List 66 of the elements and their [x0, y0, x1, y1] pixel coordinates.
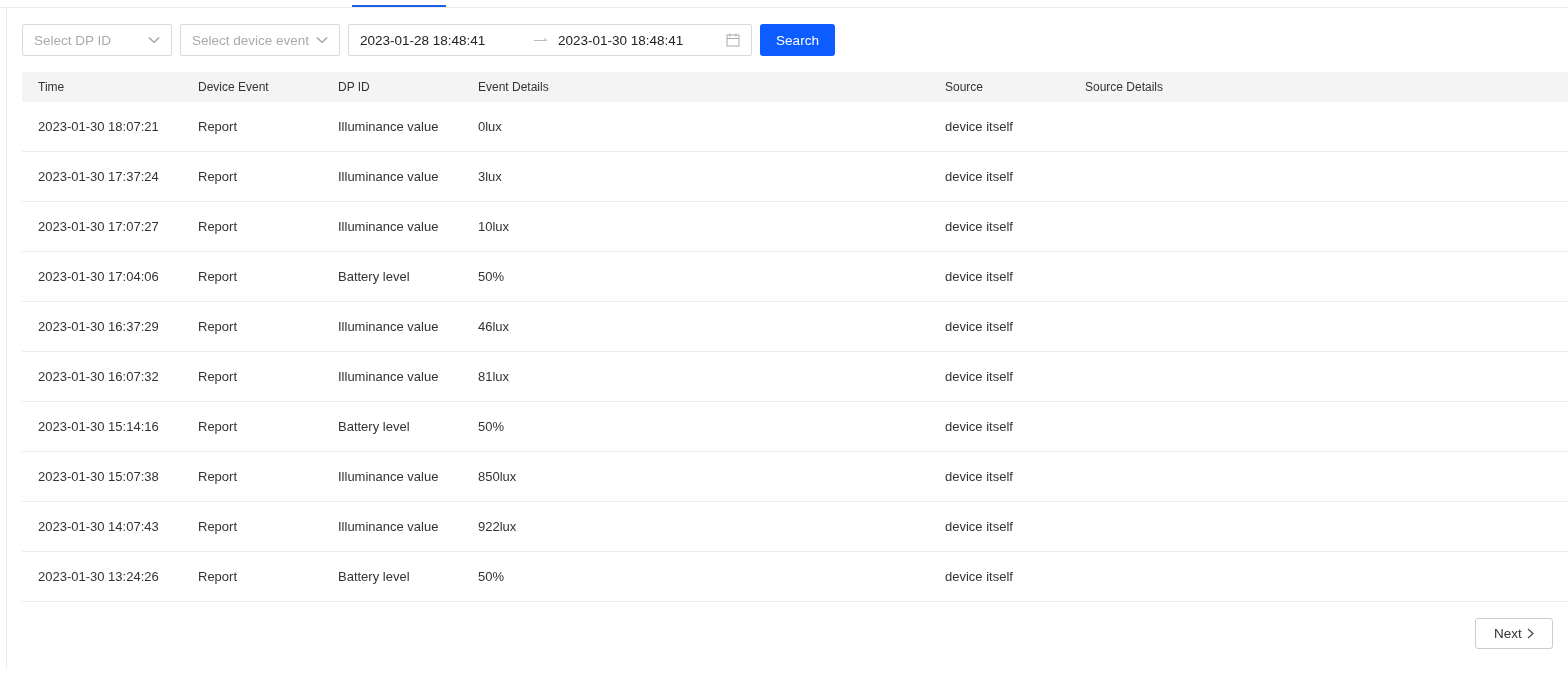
table-cell-text: Illuminance value [337, 169, 440, 184]
table-cell-text: 2023-01-30 17:04:06 [37, 269, 160, 284]
table-cell-text: 10lux [477, 219, 511, 234]
column-header: DP ID [337, 80, 371, 94]
table-cell-text: Report [197, 169, 239, 184]
chevron-down-icon [148, 36, 160, 44]
table-cell-text: 2023-01-30 13:24:26 [37, 569, 160, 584]
table-cell-text: Battery level [337, 419, 411, 434]
table-cell-text: Report [197, 369, 239, 384]
table-cell-text: 2023-01-30 17:07:27 [37, 219, 160, 234]
table-cell-text: 81lux [477, 369, 511, 384]
table-cell-text: Battery level [337, 569, 411, 584]
table-cell-text: 2023-01-30 18:07:21 [37, 119, 160, 134]
search-button[interactable]: Search [760, 24, 835, 56]
table-cell-text: device itself [944, 519, 1014, 534]
calendar-icon [726, 33, 740, 47]
table-cell-text: 2023-01-30 16:07:32 [37, 369, 160, 384]
table-cell-text: Report [197, 469, 239, 484]
table-cell-text: 850lux [477, 469, 518, 484]
table-cell-text: 2023-01-30 15:07:38 [37, 469, 160, 484]
date-range-picker[interactable]: 2023-01-28 18:48:41 2023-01-30 18:48:41 [348, 24, 752, 56]
table-cell-text: Illuminance value [337, 319, 440, 334]
table-cell-text: Illuminance value [337, 219, 440, 234]
arrow-right-icon [534, 37, 548, 43]
table-cell-text: Report [197, 119, 239, 134]
table-cell-text: Battery level [337, 269, 411, 284]
table-cell-text: 50% [477, 269, 506, 284]
table-cell-text: 2023-01-30 16:37:29 [37, 319, 160, 334]
table-cell-text: device itself [944, 219, 1014, 234]
table-cell-text: Report [197, 519, 239, 534]
table-cell-text: 50% [477, 419, 506, 434]
column-header: Source [944, 80, 985, 94]
table-cell-text: Illuminance value [337, 469, 440, 484]
table-cell-text: device itself [944, 419, 1014, 434]
column-header: Device Event [197, 80, 270, 94]
column-header: Event Details [477, 80, 550, 94]
table-cell-text: 3lux [477, 169, 503, 184]
table-cell-text: 2023-01-30 14:07:43 [37, 519, 160, 534]
start-date[interactable]: 2023-01-28 18:48:41 [360, 32, 534, 48]
chevron-right-icon [1526, 628, 1534, 639]
table-cell-text: device itself [944, 269, 1014, 284]
table-cell-text: 50% [477, 569, 506, 584]
table-cell-text: Report [197, 569, 239, 584]
table-cell-text: 0lux [477, 119, 503, 134]
table-cell-text: Illuminance value [337, 119, 440, 134]
table-cell-text: device itself [944, 119, 1014, 134]
table-cell-text: device itself [944, 369, 1014, 384]
table-cell-text: Report [197, 219, 239, 234]
table-cell-text: 922lux [477, 519, 518, 534]
table-cell-text: Report [197, 269, 239, 284]
chevron-down-icon [316, 36, 328, 44]
table-cell-text: device itself [944, 569, 1014, 584]
column-header: Time [37, 80, 66, 94]
table-cell-text: Illuminance value [337, 519, 440, 534]
table-cell-text: Illuminance value [337, 369, 440, 384]
table-cell-text: 46lux [477, 319, 511, 334]
table-cell-text: device itself [944, 469, 1014, 484]
table-cell-text: 2023-01-30 17:37:24 [37, 169, 160, 184]
next-page-button[interactable]: Next [1475, 618, 1553, 649]
table-cell-text: Report [197, 419, 239, 434]
table-cell-text: device itself [944, 319, 1014, 334]
table-cell-text: Report [197, 319, 239, 334]
column-header: Source Details [1084, 80, 1165, 94]
table-cell-text: 2023-01-30 15:14:16 [37, 419, 160, 434]
end-date[interactable]: 2023-01-30 18:48:41 [558, 32, 684, 48]
table-cell-text: device itself [944, 169, 1014, 184]
